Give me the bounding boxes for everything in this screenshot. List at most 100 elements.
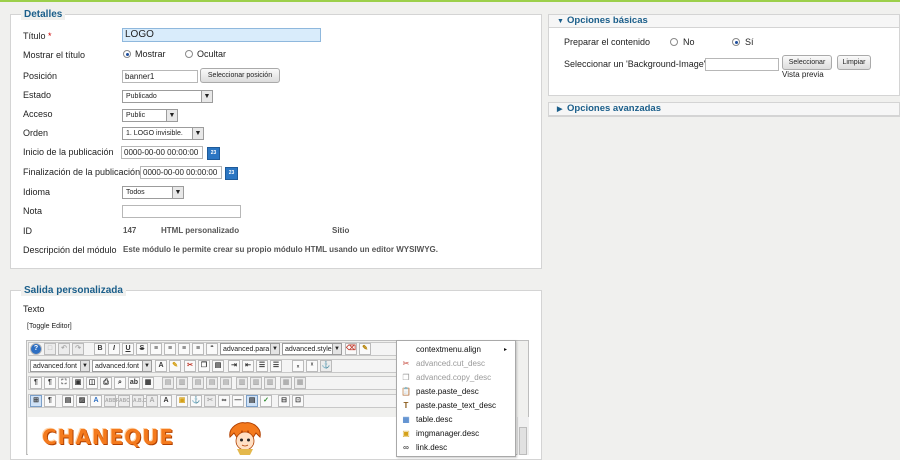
bold-icon[interactable]: B [94, 343, 106, 355]
posicion-input[interactable]: banner1 [122, 70, 198, 83]
code-icon[interactable]: ▤ [246, 395, 258, 407]
menu-item-table[interactable]: ▦ table.desc [397, 413, 515, 427]
row-before-icon[interactable]: ▤ [192, 377, 204, 389]
abbr-icon[interactable]: ABBR [104, 395, 119, 407]
seleccionar-posicion-button[interactable]: Seleccionar posición [200, 68, 280, 83]
scrollbar-thumb[interactable] [519, 427, 527, 455]
paragraph-mark-icon[interactable]: ¶ [30, 377, 42, 389]
ordered-list-icon[interactable]: ☰ [256, 360, 268, 372]
template-icon[interactable]: ▣ [72, 377, 84, 389]
redo-icon[interactable]: ↷ [72, 343, 84, 355]
text-color-icon[interactable]: A [155, 360, 167, 372]
hr-icon[interactable]: — [232, 395, 244, 407]
calendar-icon[interactable]: 23 [225, 167, 238, 180]
replace-icon[interactable]: ab [128, 377, 140, 389]
italic-icon[interactable]: I [108, 343, 120, 355]
visual-aid-icon[interactable]: ⊞ [30, 395, 42, 407]
blockquote-icon[interactable]: “ [206, 343, 218, 355]
titulo-input[interactable]: LOGO [122, 28, 321, 42]
help-icon[interactable]: ? [30, 343, 42, 355]
style-select[interactable]: advanced.style ▼ [282, 343, 342, 355]
unordered-list-icon[interactable]: ☰ [270, 360, 282, 372]
align-justify-icon[interactable]: ≡ [150, 343, 162, 355]
paste-icon[interactable]: ▤ [212, 360, 224, 372]
opciones-basicas-header[interactable]: ▼ Opciones básicas [548, 14, 900, 28]
strikethrough-icon[interactable]: S [136, 343, 148, 355]
row-after-icon[interactable]: ▤ [206, 377, 218, 389]
link-icon[interactable]: ∞ [218, 395, 230, 407]
estado-select[interactable]: Publicado ▼ [122, 90, 213, 103]
undo-icon[interactable]: ↶ [58, 343, 70, 355]
indent-icon[interactable]: ⇥ [228, 360, 240, 372]
menu-item-copy[interactable]: ❐ advanced.copy_desc [397, 371, 515, 385]
spellcheck-icon[interactable]: ✓ [260, 395, 272, 407]
underline-icon[interactable]: U [122, 343, 134, 355]
editor-scrollbar[interactable] [517, 417, 529, 455]
calendar-icon[interactable]: 23 [207, 147, 220, 160]
menu-item-imgmanager[interactable]: ▣ imgmanager.desc [397, 427, 515, 441]
font-family-select[interactable]: advanced.font ▼ [30, 360, 90, 372]
mostrar-radio[interactable] [123, 50, 131, 58]
align-right-icon[interactable]: ≡ [192, 343, 204, 355]
align-left-icon[interactable]: ≡ [164, 343, 176, 355]
media-icon[interactable]: ⚓ [190, 395, 202, 407]
copy-icon[interactable]: ❐ [198, 360, 210, 372]
delete-row-icon[interactable]: ▤ [220, 377, 232, 389]
outdent-icon[interactable]: ⇤ [242, 360, 254, 372]
styles-icon[interactable]: A [90, 395, 102, 407]
ins-icon[interactable]: A [160, 395, 172, 407]
nota-input[interactable] [122, 205, 241, 218]
delete-col-icon[interactable]: ▥ [264, 377, 276, 389]
preparar-no-radio[interactable] [670, 38, 678, 46]
doc-props-icon[interactable]: ▤ [62, 395, 74, 407]
menu-item-link[interactable]: ∞ link.desc [397, 441, 515, 455]
limpiar-button[interactable]: Limpiar [837, 55, 871, 70]
image-icon[interactable]: ▨ [76, 395, 88, 407]
merge-cells-icon[interactable]: ▦ [294, 377, 306, 389]
image-manager-icon[interactable]: ▣ [176, 395, 188, 407]
unlink-icon[interactable]: ✂ [204, 395, 216, 407]
table-icon[interactable]: ▦ [142, 377, 154, 389]
del-icon[interactable]: A [146, 395, 158, 407]
menu-item-paste[interactable]: 📋 paste.paste_desc [397, 385, 515, 399]
col-after-icon[interactable]: ▥ [250, 377, 262, 389]
highlight-icon[interactable]: ✎ [169, 360, 181, 372]
paragraph-select[interactable]: advanced.para ▼ [220, 343, 280, 355]
toggle-editor-link[interactable]: [Toggle Editor] [27, 323, 72, 330]
acceso-select[interactable]: Public ▼ [122, 109, 178, 122]
col-before-icon[interactable]: ▥ [236, 377, 248, 389]
paragraph-rtl-icon[interactable]: ¶ [44, 377, 56, 389]
menu-item-cut[interactable]: ✂ advanced.cut_desc [397, 357, 515, 371]
find-icon[interactable]: ⌕ [114, 377, 126, 389]
subscript-icon[interactable]: ₓ [292, 360, 304, 372]
show-blocks-icon[interactable]: ¶ [44, 395, 56, 407]
cell-props-icon[interactable]: ▥ [176, 377, 188, 389]
nonbreaking-icon[interactable]: ⊟ [278, 395, 290, 407]
row-props-icon[interactable]: ▤ [162, 377, 174, 389]
align-center-icon[interactable]: ≡ [178, 343, 190, 355]
opciones-avanzadas-header[interactable]: ▶ Opciones avanzadas [548, 102, 900, 116]
orden-select[interactable]: 1. LOGO invisible. ▼ [122, 127, 204, 140]
brush-icon[interactable]: ✎ [359, 343, 371, 355]
cut-icon[interactable]: ✂ [184, 360, 196, 372]
background-input[interactable] [705, 58, 779, 71]
pagebreak-icon[interactable]: ⊡ [292, 395, 304, 407]
preview-icon[interactable]: ◫ [86, 377, 98, 389]
new-document-icon[interactable]: □ [44, 343, 56, 355]
inicio-input[interactable]: 0000-00-00 00:00:00 [121, 146, 203, 159]
seleccionar-button[interactable]: Seleccionar [782, 55, 832, 70]
eraser-icon[interactable]: ⌫ [345, 343, 357, 355]
menu-item-align[interactable]: contextmenu.align ▸ [397, 343, 515, 357]
font-size-select[interactable]: advanced.font ▼ [92, 360, 152, 372]
acronym-icon[interactable]: ABC [118, 395, 130, 407]
idioma-select[interactable]: Todos ▼ [122, 186, 184, 199]
ocultar-radio[interactable] [185, 50, 193, 58]
fin-input[interactable]: 0000-00-00 00:00:00 [140, 166, 222, 179]
fullscreen-icon[interactable]: ⛶ [58, 377, 70, 389]
print-icon[interactable]: ⎙ [100, 377, 112, 389]
split-cells-icon[interactable]: ▦ [280, 377, 292, 389]
menu-item-paste-text[interactable]: Tpaste.paste_text_desc [397, 399, 515, 413]
preparar-si-radio[interactable] [732, 38, 740, 46]
superscript-icon[interactable]: ˣ [306, 360, 318, 372]
anchor-icon[interactable]: ⚓ [320, 360, 332, 372]
